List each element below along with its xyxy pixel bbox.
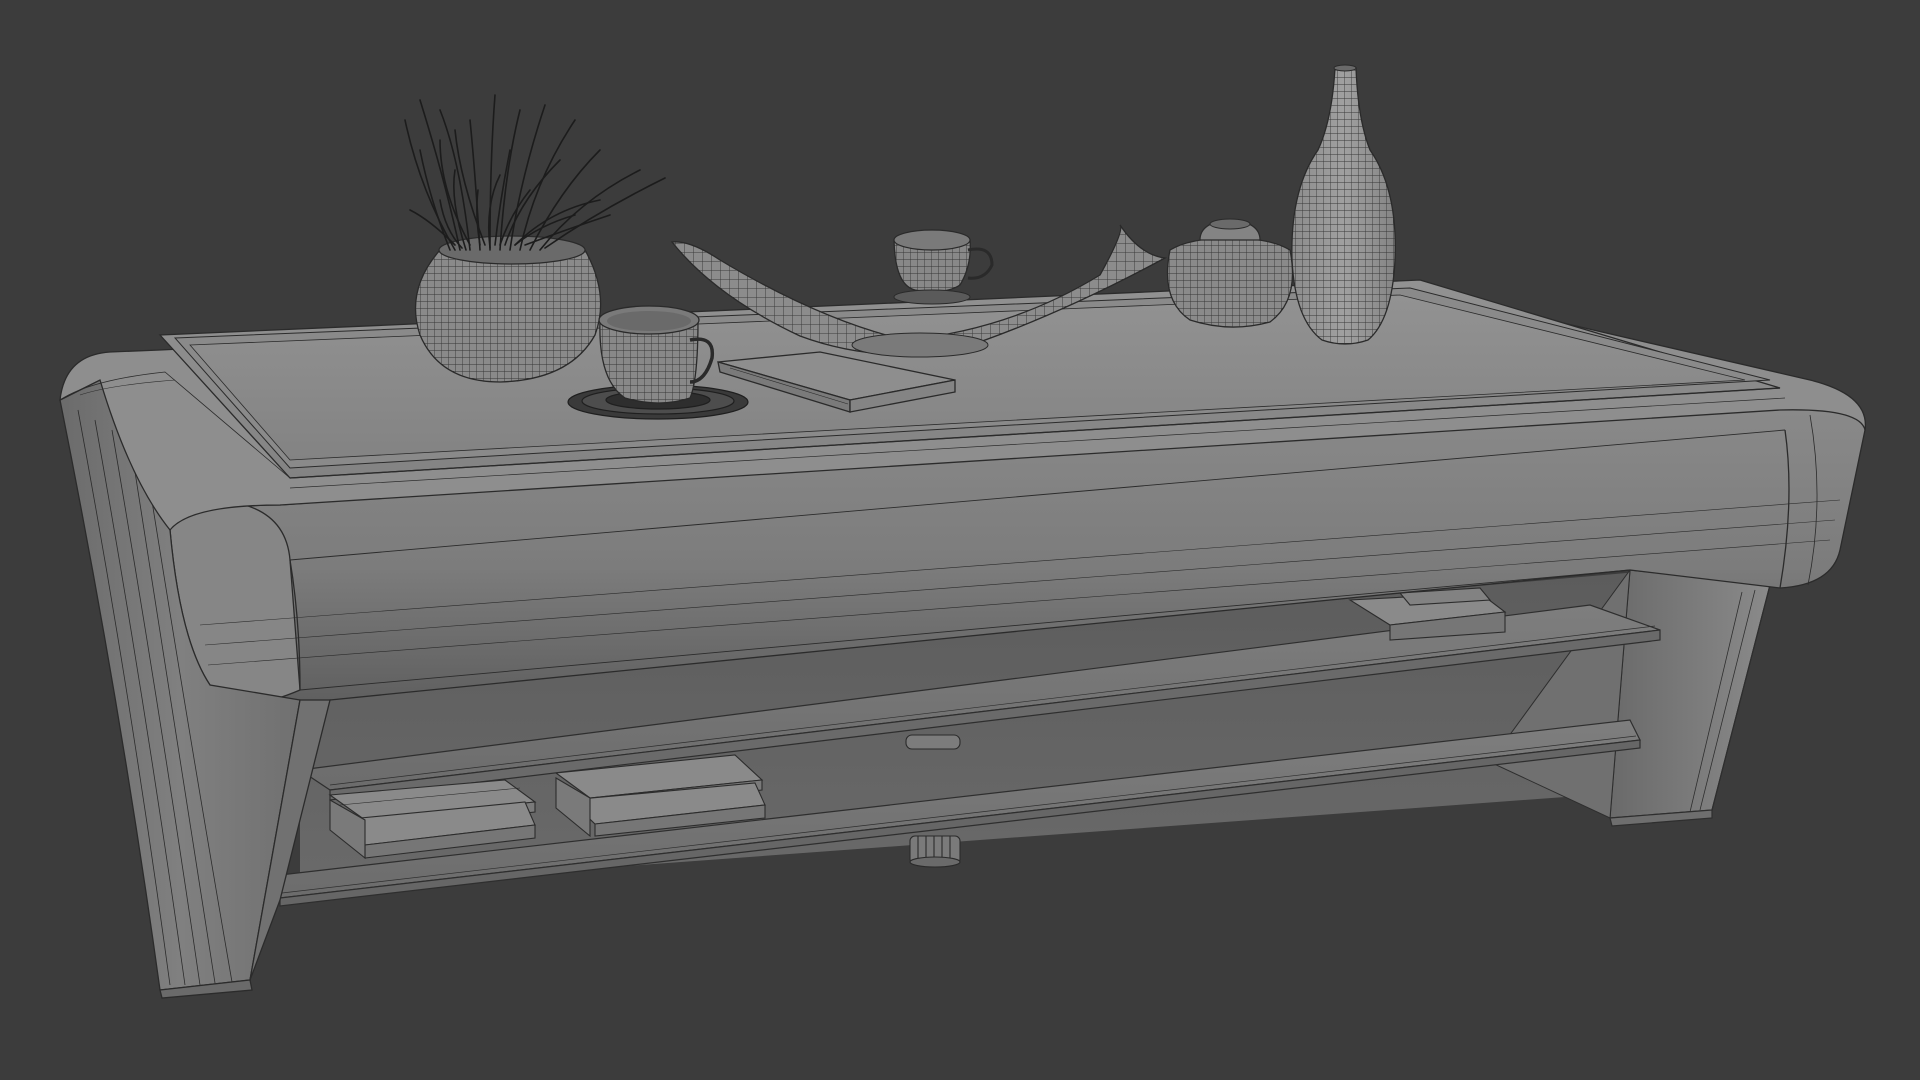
round-jar [1166,218,1294,328]
teacup-back [893,229,994,305]
render-scene [59,64,1866,999]
render-viewport [0,0,1920,1080]
tall-vase [1291,64,1396,345]
plant-grass [404,94,666,251]
plant-pot [414,235,602,383]
